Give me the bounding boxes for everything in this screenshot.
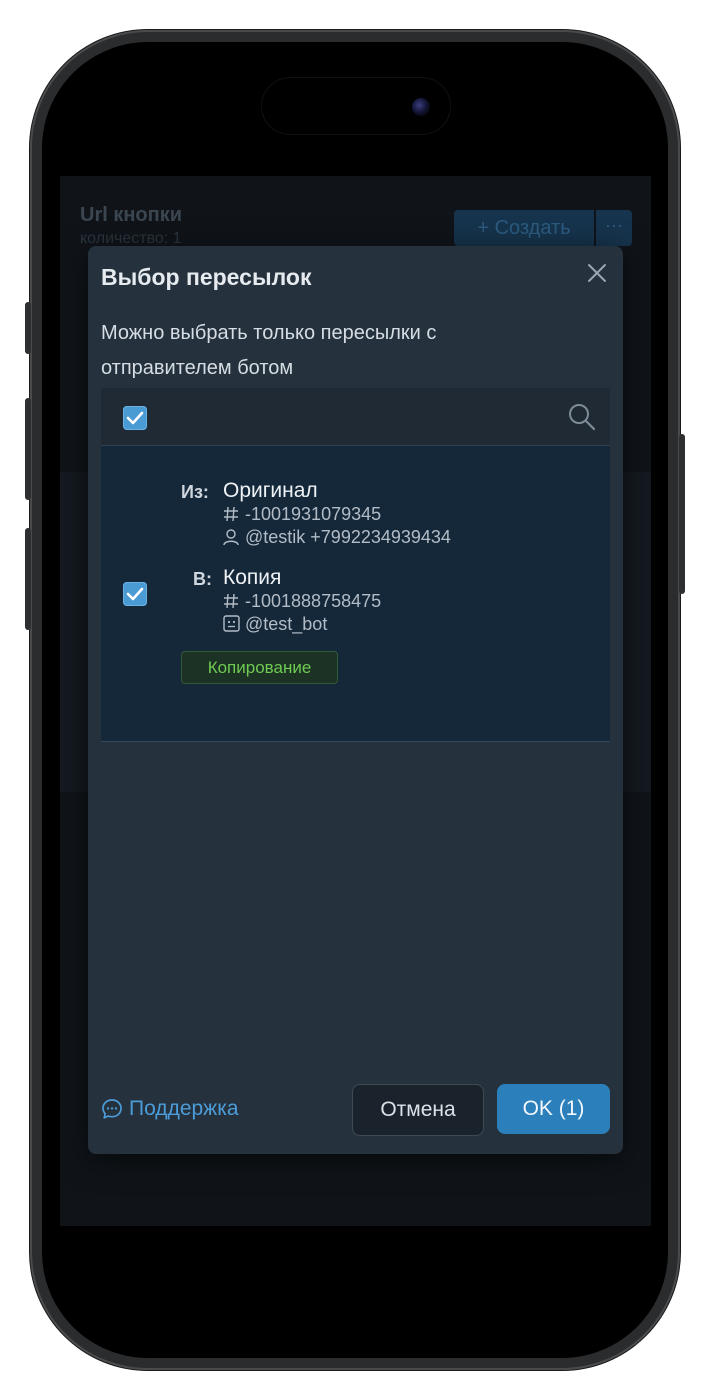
close-icon [588,264,606,282]
user-icon [223,529,239,546]
to-chat-id: -1001888758475 [245,591,382,611]
from-label: Из: [181,482,209,502]
list-toolbar [101,388,610,446]
volume-up-button [25,398,31,500]
chat-bubble-icon [102,1099,122,1119]
create-button: + Создать [454,210,594,246]
to-label: В: [193,569,212,589]
cancel-button[interactable]: Отмена [352,1084,484,1136]
modal-description: Можно выбрать только пересылки с отправи… [101,322,437,379]
modal-title: Выбор пересылок [101,264,312,290]
ok-button[interactable]: OK (1) [497,1084,610,1134]
power-button [679,434,685,594]
checkmark-icon [126,411,144,425]
row-checkbox[interactable] [123,582,147,606]
search-button[interactable] [567,402,597,432]
forward-select-modal: Выбор пересылок Можно выбрать только пер… [88,246,623,1154]
from-name: Оригинал [223,479,318,502]
phone-screen: Url кнопки количество: 1 + Создать ··· В… [60,60,651,1340]
from-chat-id: -1001931079345 [245,504,382,524]
action-button [25,302,31,354]
bot-icon [223,615,240,632]
bottom-area [60,1226,651,1340]
dynamic-island [262,78,450,134]
close-button[interactable] [584,260,610,286]
checkmark-icon [126,587,144,601]
more-button: ··· [596,210,632,246]
mode-tag: Копирование [181,651,338,684]
to-bot: @test_bot [245,614,328,634]
background-title: Url кнопки [80,204,183,226]
to-name: Копия [223,566,282,589]
support-label: Поддержка [129,1097,239,1120]
hash-icon [224,593,238,609]
camera-icon [412,98,430,116]
from-user: @testik +7992234939434 [245,527,451,547]
hash-icon [224,506,238,522]
support-link[interactable]: Поддержка [101,1097,239,1121]
search-icon [569,404,596,431]
select-all-checkbox[interactable] [123,406,147,430]
volume-down-button [25,528,31,630]
forward-row[interactable]: Из: Оригинал -1001931079345 @testik +799… [101,446,610,742]
